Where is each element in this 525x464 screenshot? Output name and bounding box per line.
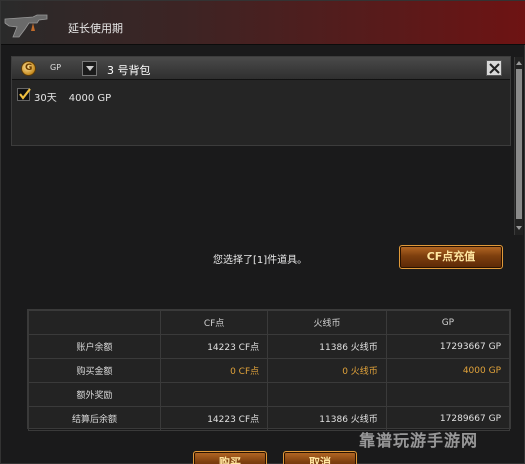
currency-label: GP <box>50 63 62 72</box>
buy-button[interactable]: 购买 <box>193 451 267 464</box>
cf-value: 14223 CF点 <box>159 334 269 359</box>
balance-summary-table: CF点 火线币 GP 账户余额 14223 CF点 11386 火线币 1729… <box>27 309 511 431</box>
column-header-coin: 火线币 <box>267 310 387 335</box>
close-icon <box>489 63 500 74</box>
table-header-row: CF点 火线币 GP <box>28 310 511 335</box>
scroll-up-icon[interactable] <box>516 60 522 66</box>
row-label: 结算后余额 <box>28 406 161 431</box>
row-label: 购买金额 <box>28 358 161 383</box>
gp-coin-icon: G <box>21 61 36 76</box>
column-header <box>28 310 161 335</box>
scrollbar[interactable] <box>514 57 523 235</box>
gp-value: 17293667 GP <box>385 334 511 359</box>
selection-status: 您选择了[1]件道具。 <box>213 255 308 266</box>
chevron-down-icon <box>86 66 94 71</box>
title-bar: 延长使用期 <box>1 1 525 45</box>
scroll-down-icon[interactable] <box>516 225 522 231</box>
bag-label: 3 号背包 <box>107 64 151 77</box>
item-duration: 30天 <box>34 93 57 104</box>
gp-value: 4000 GP <box>385 358 511 383</box>
cf-topup-button[interactable]: CF点充值 <box>399 245 503 269</box>
coin-value: 11386 火线币 <box>267 334 387 359</box>
checkmark-icon <box>19 88 31 100</box>
table-row: 购买金额 0 CF点 0 火线币 4000 GP <box>28 358 511 383</box>
currency-dropdown-button[interactable] <box>82 61 97 76</box>
cancel-button[interactable]: 取消 <box>283 451 357 464</box>
table-row: 额外奖励 <box>28 382 511 407</box>
column-header-gp: GP <box>385 310 511 335</box>
panel-header: G GP 3 号背包 <box>12 57 510 80</box>
dialog-title: 延长使用期 <box>68 22 123 35</box>
item-label: 30天 4000 GP <box>34 89 111 104</box>
item-price: 4000 GP <box>68 93 112 104</box>
list-item[interactable]: 30天 4000 GP <box>17 88 217 106</box>
table-row: 账户余额 14223 CF点 11386 火线币 17293667 GP <box>28 334 511 359</box>
coin-value: 0 火线币 <box>267 358 387 383</box>
gp-value <box>385 382 511 407</box>
row-label: 额外奖励 <box>28 382 161 407</box>
extend-usage-dialog: 延长使用期 G GP 3 号背包 30天 4000 GP 您选择了[1]件道具。… <box>0 0 525 464</box>
row-label: 账户余额 <box>28 334 161 359</box>
cf-value: 0 CF点 <box>159 358 269 383</box>
cf-value <box>159 382 269 407</box>
watermark: 靠谱玩游手游网 <box>359 431 479 450</box>
coin-value <box>267 382 387 407</box>
rifle-icon <box>4 14 48 38</box>
close-button[interactable] <box>486 60 502 76</box>
cf-value: 14223 CF点 <box>159 406 269 431</box>
scroll-thumb[interactable] <box>516 69 522 219</box>
column-header-cf: CF点 <box>159 310 269 335</box>
item-checkbox[interactable] <box>17 88 31 101</box>
item-selection-panel: G GP 3 号背包 30天 4000 GP <box>11 56 511 146</box>
